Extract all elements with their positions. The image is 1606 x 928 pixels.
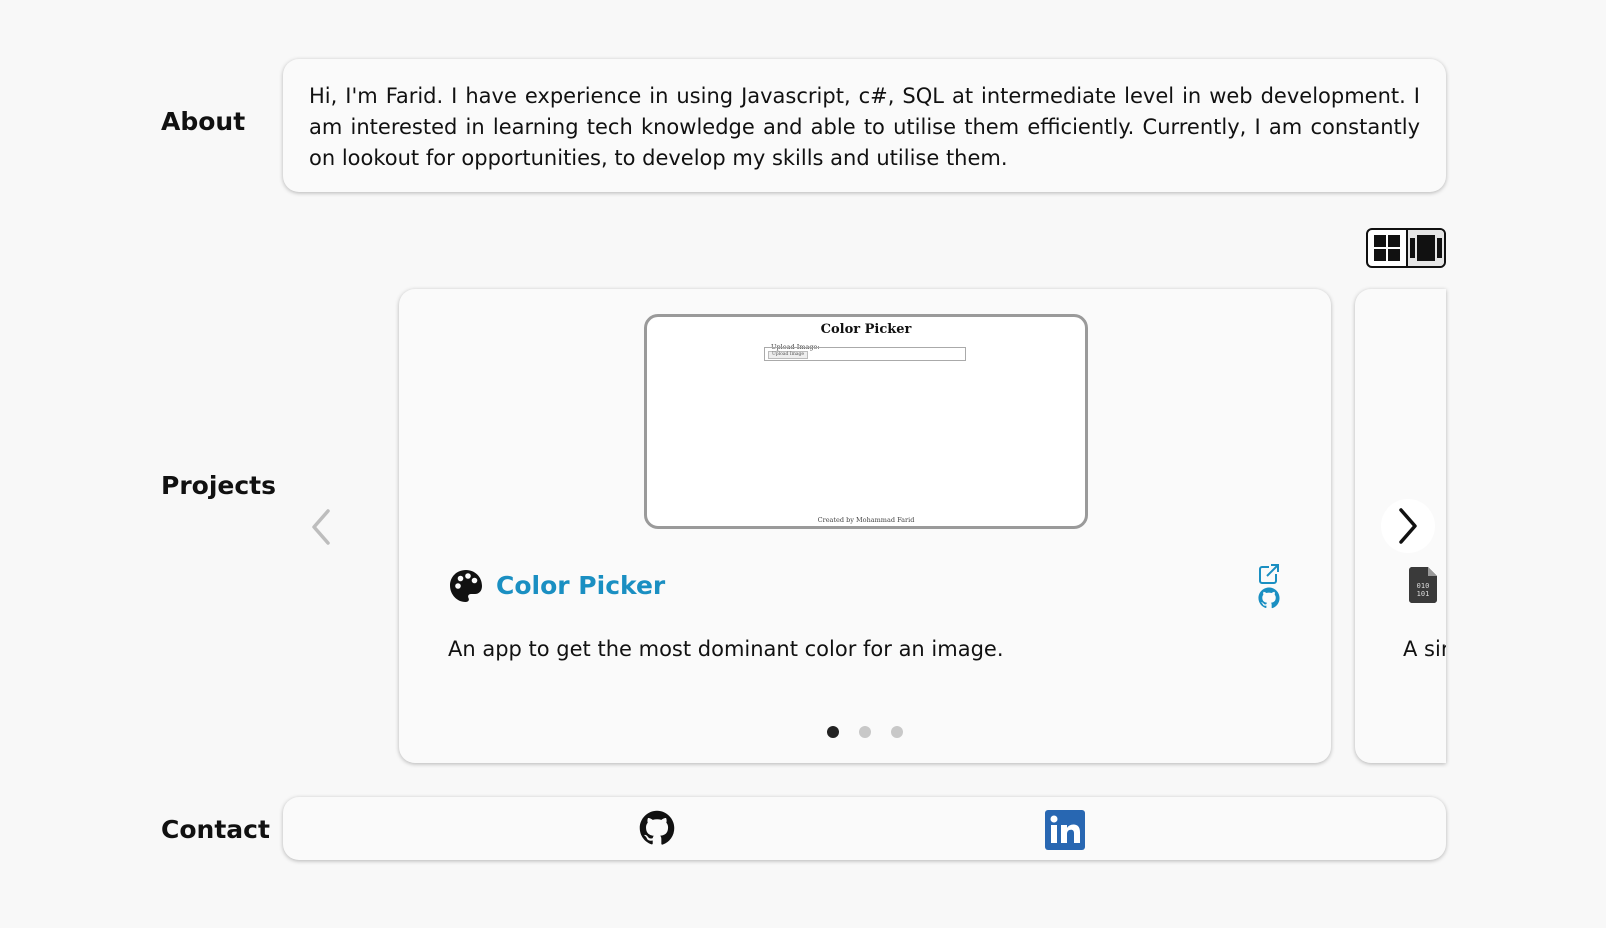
- binary-file-icon: 010 101: [1409, 567, 1437, 603]
- carousel-prev-button[interactable]: [296, 499, 346, 555]
- about-heading: About: [161, 107, 246, 136]
- external-link-icon[interactable]: [1258, 563, 1280, 585]
- contact-heading: Contact: [161, 815, 270, 844]
- chevron-right-icon: [1399, 508, 1417, 544]
- pagination-dot[interactable]: [827, 726, 839, 738]
- about-card: Hi, I'm Farid. I have experience in usin…: [283, 59, 1446, 192]
- carousel-next-button[interactable]: [1381, 499, 1435, 553]
- carousel-pagination: [399, 726, 1331, 738]
- project-card: Color Picker Upload Image: Upload Image …: [399, 289, 1331, 763]
- project-title[interactable]: Color Picker: [496, 571, 665, 600]
- pagination-dot[interactable]: [859, 726, 871, 738]
- preview-upload-button: Upload Image: [768, 351, 809, 359]
- contact-card: [283, 797, 1446, 860]
- chevron-left-icon: [312, 509, 330, 545]
- project-description: An app to get the most dominant color fo…: [448, 637, 1004, 661]
- next-project-description: A sir: [1403, 637, 1446, 661]
- grid-view-button[interactable]: [1368, 230, 1406, 266]
- carousel-view-button[interactable]: [1406, 230, 1444, 266]
- github-icon[interactable]: [639, 810, 675, 846]
- grid-view-icon: [1374, 235, 1400, 261]
- svg-text:010: 010: [1417, 582, 1430, 590]
- project-preview-image[interactable]: Color Picker Upload Image: Upload Image …: [644, 314, 1088, 529]
- view-toggle: [1366, 228, 1446, 268]
- projects-heading: Projects: [161, 471, 277, 500]
- preview-footer: Created by Mohammad Farid: [817, 516, 915, 524]
- about-text: Hi, I'm Farid. I have experience in usin…: [309, 84, 1420, 170]
- pagination-dot[interactable]: [891, 726, 903, 738]
- palette-icon: [450, 570, 482, 602]
- github-icon[interactable]: [1258, 587, 1280, 609]
- carousel-view-icon: [1410, 235, 1442, 261]
- preview-title: Color Picker: [820, 322, 912, 337]
- svg-text:101: 101: [1417, 590, 1430, 598]
- linkedin-icon[interactable]: [1045, 810, 1085, 850]
